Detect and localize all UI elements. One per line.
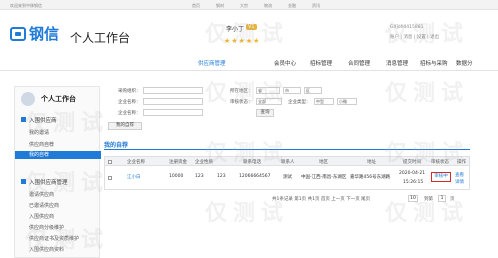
row-checkbox[interactable] bbox=[108, 176, 112, 180]
col-header-date: 提交时间 bbox=[403, 160, 421, 165]
col-header-address: 地址 bbox=[367, 160, 376, 165]
cell-region: 中国-江西-南昌-东湖区 bbox=[301, 175, 347, 180]
header: 钢信 个人工作台 李小丁 V1 ★★★★★ GXjoh4415881 账户 | … bbox=[0, 10, 498, 48]
top-link-home[interactable]: 首页 bbox=[192, 3, 200, 9]
company-label: 企业名称： bbox=[118, 100, 141, 105]
detail-link[interactable]: 详情 bbox=[455, 179, 464, 185]
nav-item-member[interactable]: 会员中心 bbox=[274, 59, 296, 67]
district-select[interactable]: 区 bbox=[304, 87, 322, 94]
type-label: 企业类型： bbox=[288, 100, 311, 105]
section-divider bbox=[104, 149, 470, 150]
cell-time: 15:26:15 bbox=[403, 180, 424, 185]
col-header-capital: 注册资金 bbox=[169, 160, 187, 165]
section-title: 我的自荐 bbox=[104, 142, 129, 149]
logo[interactable]: 钢信 bbox=[10, 23, 59, 44]
nav-item-supplier[interactable]: 供应商管理 bbox=[198, 59, 226, 67]
sidebar-item-invited-supplier[interactable]: 已邀请供应商 bbox=[29, 202, 59, 209]
cell-contact: 测试 bbox=[283, 175, 292, 180]
user-name: 李小丁 bbox=[226, 26, 245, 33]
sidebar-section-label: 入围供应商 bbox=[29, 118, 57, 124]
col-header-region: 地区 bbox=[319, 160, 328, 165]
col-header-nature: 企业性质 bbox=[195, 160, 213, 165]
col-header-status: 审核状态 bbox=[431, 160, 449, 165]
table-row: 江小白 10000 123 123 12066664567 测试 中国-江西-南… bbox=[104, 166, 470, 190]
enterprise-input[interactable] bbox=[143, 109, 203, 116]
avatar bbox=[21, 92, 35, 106]
my-recommend-button[interactable]: 我的自荐 bbox=[108, 122, 142, 130]
nav-item-bidding[interactable]: 招标管理 bbox=[310, 59, 332, 67]
top-link-news[interactable]: 资讯 bbox=[312, 3, 320, 9]
square-icon bbox=[21, 179, 26, 184]
sidebar-item-grading[interactable]: 供应商分级维护 bbox=[29, 224, 64, 231]
purchaser-input[interactable] bbox=[143, 87, 203, 94]
select-all-checkbox[interactable] bbox=[108, 160, 112, 164]
sidebar-item-my-recommend[interactable]: 我的自荐 bbox=[15, 151, 101, 159]
top-link-logistics[interactable]: 物流 bbox=[264, 3, 272, 9]
top-strip: 欢迎来到中移钢信 首页 钢材 大宗 物流 金融 资讯 bbox=[0, 0, 498, 10]
sidebar-section-shortlist[interactable]: 入围供应商 bbox=[15, 115, 101, 125]
type-select[interactable]: 中型 bbox=[314, 98, 334, 105]
logo-icon bbox=[10, 26, 26, 41]
account-links[interactable]: 账户 | 消息 | 设置 | 退出 bbox=[390, 34, 439, 40]
nav-item-procurement[interactable]: 招标与采购 bbox=[420, 59, 448, 67]
city-select[interactable]: 市 bbox=[283, 87, 301, 94]
nav-divider bbox=[0, 70, 498, 71]
company-input[interactable] bbox=[143, 98, 203, 105]
square-icon bbox=[21, 117, 26, 122]
query-button[interactable]: 查询 bbox=[256, 109, 274, 117]
sidebar-item-invite-supplier[interactable]: 邀请供应商 bbox=[29, 191, 54, 198]
col-header-contact: 联系人 bbox=[281, 160, 295, 165]
col-header-ops: 操作 bbox=[457, 160, 466, 165]
size-select[interactable]: 小微 bbox=[337, 98, 357, 105]
status-badge[interactable]: 审核中 bbox=[431, 172, 451, 182]
logo-text: 钢信 bbox=[29, 25, 60, 43]
account-id: GXjoh4415881 bbox=[390, 25, 424, 30]
sidebar-title: 个人工作台 bbox=[41, 95, 76, 103]
cell-nature: 123 bbox=[195, 174, 204, 179]
page-unit: 页 bbox=[450, 197, 455, 202]
province-select[interactable]: 省 bbox=[256, 87, 280, 94]
sidebar-item-supplier-recommend[interactable]: 供应商自荐 bbox=[29, 141, 54, 148]
cell-address: 嘉华路456号东湖路 bbox=[350, 175, 391, 180]
cell-phone: 12066664567 bbox=[239, 174, 271, 179]
nav-item-data[interactable]: 数据分 bbox=[456, 59, 473, 67]
col-header-phone: 联系电话 bbox=[243, 160, 261, 165]
cell-date: 2020-04-21 bbox=[399, 171, 426, 176]
cell-capital: 10000 bbox=[169, 174, 184, 179]
nav-item-contract[interactable]: 合同管理 bbox=[348, 59, 370, 67]
sidebar-header: 个人工作台 bbox=[15, 87, 101, 111]
status-label: 审核状态： bbox=[230, 100, 253, 105]
sidebar-section-management[interactable]: 入围供应商管理 bbox=[15, 177, 101, 187]
page-number-input[interactable]: 1 bbox=[438, 195, 446, 202]
top-link-bulk[interactable]: 大宗 bbox=[240, 3, 248, 9]
per-page-select[interactable]: 10 bbox=[408, 195, 418, 202]
pagination-text[interactable]: 共1条记录 第1页 共1页 首页 上一页 下一页 尾页 bbox=[272, 196, 370, 202]
level-badge: V1 bbox=[246, 24, 257, 30]
col-header-name: 企业名称 bbox=[127, 160, 145, 165]
cell-qty: 123 bbox=[217, 174, 226, 179]
sidebar-section-label: 入围供应商管理 bbox=[29, 180, 68, 186]
sidebar-item-shortlisted-supplier[interactable]: 入围供应商 bbox=[29, 213, 54, 220]
jump-label: 到第 bbox=[424, 197, 433, 202]
status-select[interactable]: 全部 bbox=[256, 98, 282, 105]
welcome-text: 欢迎来到中移钢信 bbox=[10, 3, 42, 8]
cell-company-name[interactable]: 江小白 bbox=[127, 174, 141, 180]
table-header: 企业名称 注册资金 企业性质 联系电话 联系人 地区 地址 提交时间 审核状态 … bbox=[104, 156, 470, 166]
enterprise-label: 企业名称： bbox=[118, 111, 141, 116]
page-title: 个人工作台 bbox=[70, 31, 131, 45]
top-link-steel[interactable]: 钢材 bbox=[216, 3, 224, 9]
rating-stars-icon: ★★★★★ bbox=[224, 37, 261, 45]
sidebar-item-certificates[interactable]: 供应商证书及资质维护 bbox=[29, 235, 79, 242]
purchaser-label: 采购组织： bbox=[118, 89, 141, 94]
sidebar: 个人工作台 入围供应商 我的邀请 供应商自荐 我的自荐 入围供应商管理 邀请供应… bbox=[14, 86, 101, 258]
sidebar-item-materials[interactable]: 入围供应商资料 bbox=[29, 246, 64, 253]
view-link[interactable]: 查看 bbox=[455, 172, 464, 178]
watermark: 仅测试 bbox=[385, 81, 470, 106]
region-label: 所在地区： bbox=[230, 89, 253, 94]
sidebar-item-my-invites[interactable]: 我的邀请 bbox=[29, 129, 49, 136]
nav-item-message[interactable]: 消息管理 bbox=[386, 59, 408, 67]
top-link-finance[interactable]: 金融 bbox=[288, 3, 296, 9]
